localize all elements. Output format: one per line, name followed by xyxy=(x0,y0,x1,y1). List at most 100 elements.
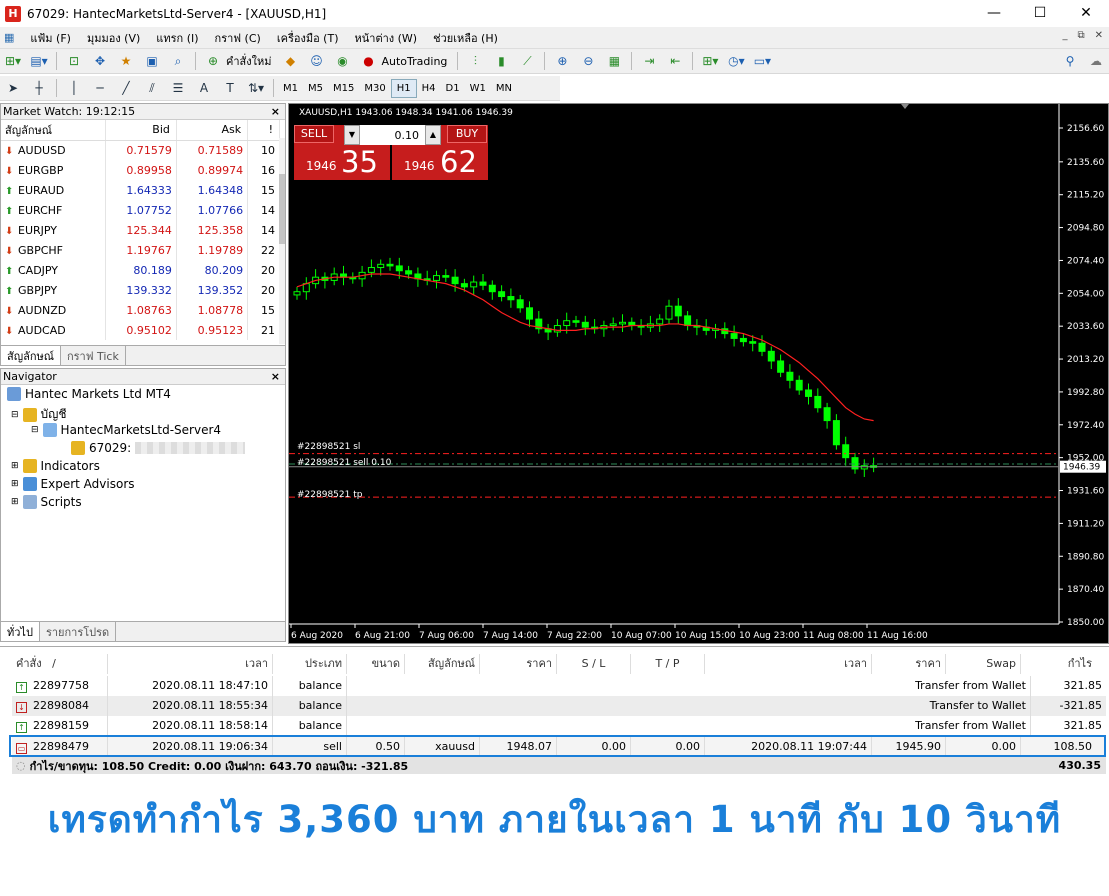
lot-size-input[interactable]: ▼ 0.10 ▲ xyxy=(344,125,441,145)
col-time[interactable]: เวลา xyxy=(108,654,273,674)
col-size[interactable]: ขนาด xyxy=(347,654,405,674)
tree-root[interactable]: Hantec Markets Ltd MT4 xyxy=(7,387,171,401)
collapse-icon[interactable]: ⊟ xyxy=(31,425,39,435)
menu-file[interactable]: แฟ้ม (F) xyxy=(22,29,79,47)
col-profit[interactable]: กำไร xyxy=(1021,654,1096,674)
col-spread[interactable]: ! xyxy=(247,120,280,141)
sell-button[interactable]: SELL xyxy=(294,125,334,143)
lot-decrease-icon[interactable]: ▼ xyxy=(344,125,360,145)
autotrading-button[interactable]: AutoTrading xyxy=(382,55,448,68)
col-tp[interactable]: T / P xyxy=(631,654,705,674)
market-watch-row[interactable]: ⬆ EURCHF 1.07752 1.07766 14 xyxy=(1,200,280,220)
lot-value[interactable]: 0.10 xyxy=(360,129,425,142)
expand-icon[interactable]: ⊞ xyxy=(11,461,19,471)
chat-icon[interactable]: ☁ xyxy=(1085,51,1107,71)
buy-button[interactable]: BUY xyxy=(447,125,487,143)
col-close-price[interactable]: ราคา xyxy=(872,654,946,674)
tf-m15[interactable]: M15 xyxy=(328,79,359,98)
market-watch-row[interactable]: ⬆ EURAUD 1.64333 1.64348 15 xyxy=(1,180,280,200)
signals-icon[interactable]: ☺ xyxy=(306,51,328,71)
maximize-button[interactable]: ☐ xyxy=(1017,0,1063,27)
market-watch-row[interactable]: ⬆ CADJPY 80.189 80.209 20 xyxy=(1,260,280,280)
col-swap[interactable]: Swap xyxy=(946,654,1021,674)
tab-tick-chart[interactable]: กราฟ Tick xyxy=(61,346,126,365)
data-window-icon[interactable]: ✥ xyxy=(89,51,111,71)
market-watch-row[interactable]: ⬇ EURJPY 125.344 125.358 14 xyxy=(1,220,280,240)
profiles-icon[interactable]: ▤▾ xyxy=(28,51,50,71)
tree-accounts[interactable]: ⊟ บัญชี xyxy=(11,405,67,424)
lot-increase-icon[interactable]: ▲ xyxy=(425,125,441,145)
tf-mn[interactable]: MN xyxy=(491,79,517,98)
line-chart-icon[interactable]: ⟋ xyxy=(516,51,538,71)
expand-icon[interactable]: ⊞ xyxy=(11,479,19,489)
col-price[interactable]: ราคา xyxy=(480,654,557,674)
tab-favorites[interactable]: รายการโปรด xyxy=(40,622,117,641)
autoscroll-icon[interactable]: ⇥ xyxy=(638,51,660,71)
navigator-toggle-icon[interactable]: ★ xyxy=(115,51,137,71)
col-type[interactable]: ประเภท xyxy=(273,654,347,674)
crosshair-icon[interactable]: ┼ xyxy=(28,78,50,98)
expand-icon[interactable]: ⊞ xyxy=(11,497,19,507)
indicators-icon[interactable]: ⊞▾ xyxy=(699,51,721,71)
col-symbol[interactable]: สัญลักษณ์ xyxy=(405,654,480,674)
candlestick-icon[interactable]: ▮ xyxy=(490,51,512,71)
tree-indicators[interactable]: ⊞ Indicators xyxy=(11,459,100,473)
menu-tools[interactable]: เครื่องมือ (T) xyxy=(269,29,347,47)
zoom-out-icon[interactable]: ⊖ xyxy=(577,51,599,71)
collapse-icon[interactable]: ⊟ xyxy=(11,410,19,420)
metaeditor-icon[interactable]: ◆ xyxy=(280,51,302,71)
menu-insert[interactable]: แทรก (I) xyxy=(148,29,206,47)
fibonacci-icon[interactable]: ☰ xyxy=(167,78,189,98)
close-icon[interactable]: × xyxy=(271,104,280,119)
tree-server[interactable]: ⊟ HantecMarketsLtd-Server4 xyxy=(31,423,221,437)
chart-window[interactable]: 2156.60 2135.60 2115.20 2094.80 2074.40 2054.… xyxy=(288,103,1109,644)
table-row[interactable]: ↑ 22898159 2020.08.11 18:58:14 balance Tr… xyxy=(12,716,1106,736)
minimize-button[interactable]: — xyxy=(971,0,1017,27)
table-row[interactable]: ↓ 22898084 2020.08.11 18:55:34 balance Tr… xyxy=(12,696,1106,716)
tf-w1[interactable]: W1 xyxy=(465,79,491,98)
tab-symbols[interactable]: สัญลักษณ์ xyxy=(1,346,61,365)
vertical-line-icon[interactable]: │ xyxy=(63,78,85,98)
tf-m30[interactable]: M30 xyxy=(359,79,390,98)
vps-icon[interactable]: ◉ xyxy=(332,51,354,71)
tab-common[interactable]: ทั่วไป xyxy=(1,622,40,641)
mdi-restore-icon[interactable]: ⧉ xyxy=(1077,30,1084,41)
market-watch-row[interactable]: ⬇ EURGBP 0.89958 0.89974 16 xyxy=(1,160,280,180)
table-row[interactable]: ↑ 22897758 2020.08.11 18:47:10 balance Tr… xyxy=(12,676,1106,696)
menu-window[interactable]: หน้าต่าง (W) xyxy=(347,29,426,47)
horizontal-line-icon[interactable]: ─ xyxy=(89,78,111,98)
autotrading-icon[interactable]: ● xyxy=(358,51,380,71)
close-button[interactable]: ✕ xyxy=(1063,0,1109,27)
tf-h1[interactable]: H1 xyxy=(390,78,417,98)
col-close-time[interactable]: เวลา xyxy=(705,654,872,674)
menu-help[interactable]: ช่วยเหลือ (H) xyxy=(425,29,506,47)
tf-m5[interactable]: M5 xyxy=(303,79,328,98)
bar-chart-icon[interactable]: ⫶ xyxy=(464,51,486,71)
menu-view[interactable]: มุมมอง (V) xyxy=(79,29,148,47)
market-watch-row[interactable]: ⬆ GBPJPY 139.332 139.352 20 xyxy=(1,280,280,300)
tester-icon[interactable]: ⌕ xyxy=(167,51,189,71)
tree-account[interactable]: 67029: xyxy=(71,441,246,455)
col-order[interactable]: คำสั่ง / xyxy=(12,654,108,674)
market-watch-row[interactable]: ⬇ AUDNZD 1.08763 1.08778 15 xyxy=(1,300,280,320)
trendline-icon[interactable]: ╱ xyxy=(115,78,137,98)
tf-m1[interactable]: M1 xyxy=(278,79,303,98)
tf-h4[interactable]: H4 xyxy=(417,79,441,98)
tree-experts[interactable]: ⊞ Expert Advisors xyxy=(11,477,135,491)
scrollbar[interactable] xyxy=(279,138,285,344)
terminal-toggle-icon[interactable]: ▣ xyxy=(141,51,163,71)
mdi-minimize-icon[interactable]: _ xyxy=(1062,30,1067,41)
tile-windows-icon[interactable]: ▦ xyxy=(603,51,625,71)
channel-icon[interactable]: ⫽ xyxy=(141,78,163,98)
periods-icon[interactable]: ◷▾ xyxy=(725,51,747,71)
text-icon[interactable]: A xyxy=(193,78,215,98)
zoom-in-icon[interactable]: ⊕ xyxy=(551,51,573,71)
new-order-icon[interactable]: ⊕ xyxy=(202,51,224,71)
mdi-close-icon[interactable]: ✕ xyxy=(1095,30,1103,41)
search-icon[interactable]: ⚲ xyxy=(1059,51,1081,71)
label-icon[interactable]: T xyxy=(219,78,241,98)
market-watch-row[interactable]: ⬇ GBPCHF 1.19767 1.19789 22 xyxy=(1,240,280,260)
tf-d1[interactable]: D1 xyxy=(441,79,465,98)
market-watch-row[interactable]: ⬇ AUDUSD 0.71579 0.71589 10 xyxy=(1,140,280,160)
col-symbol[interactable]: สัญลักษณ์ xyxy=(1,120,106,141)
